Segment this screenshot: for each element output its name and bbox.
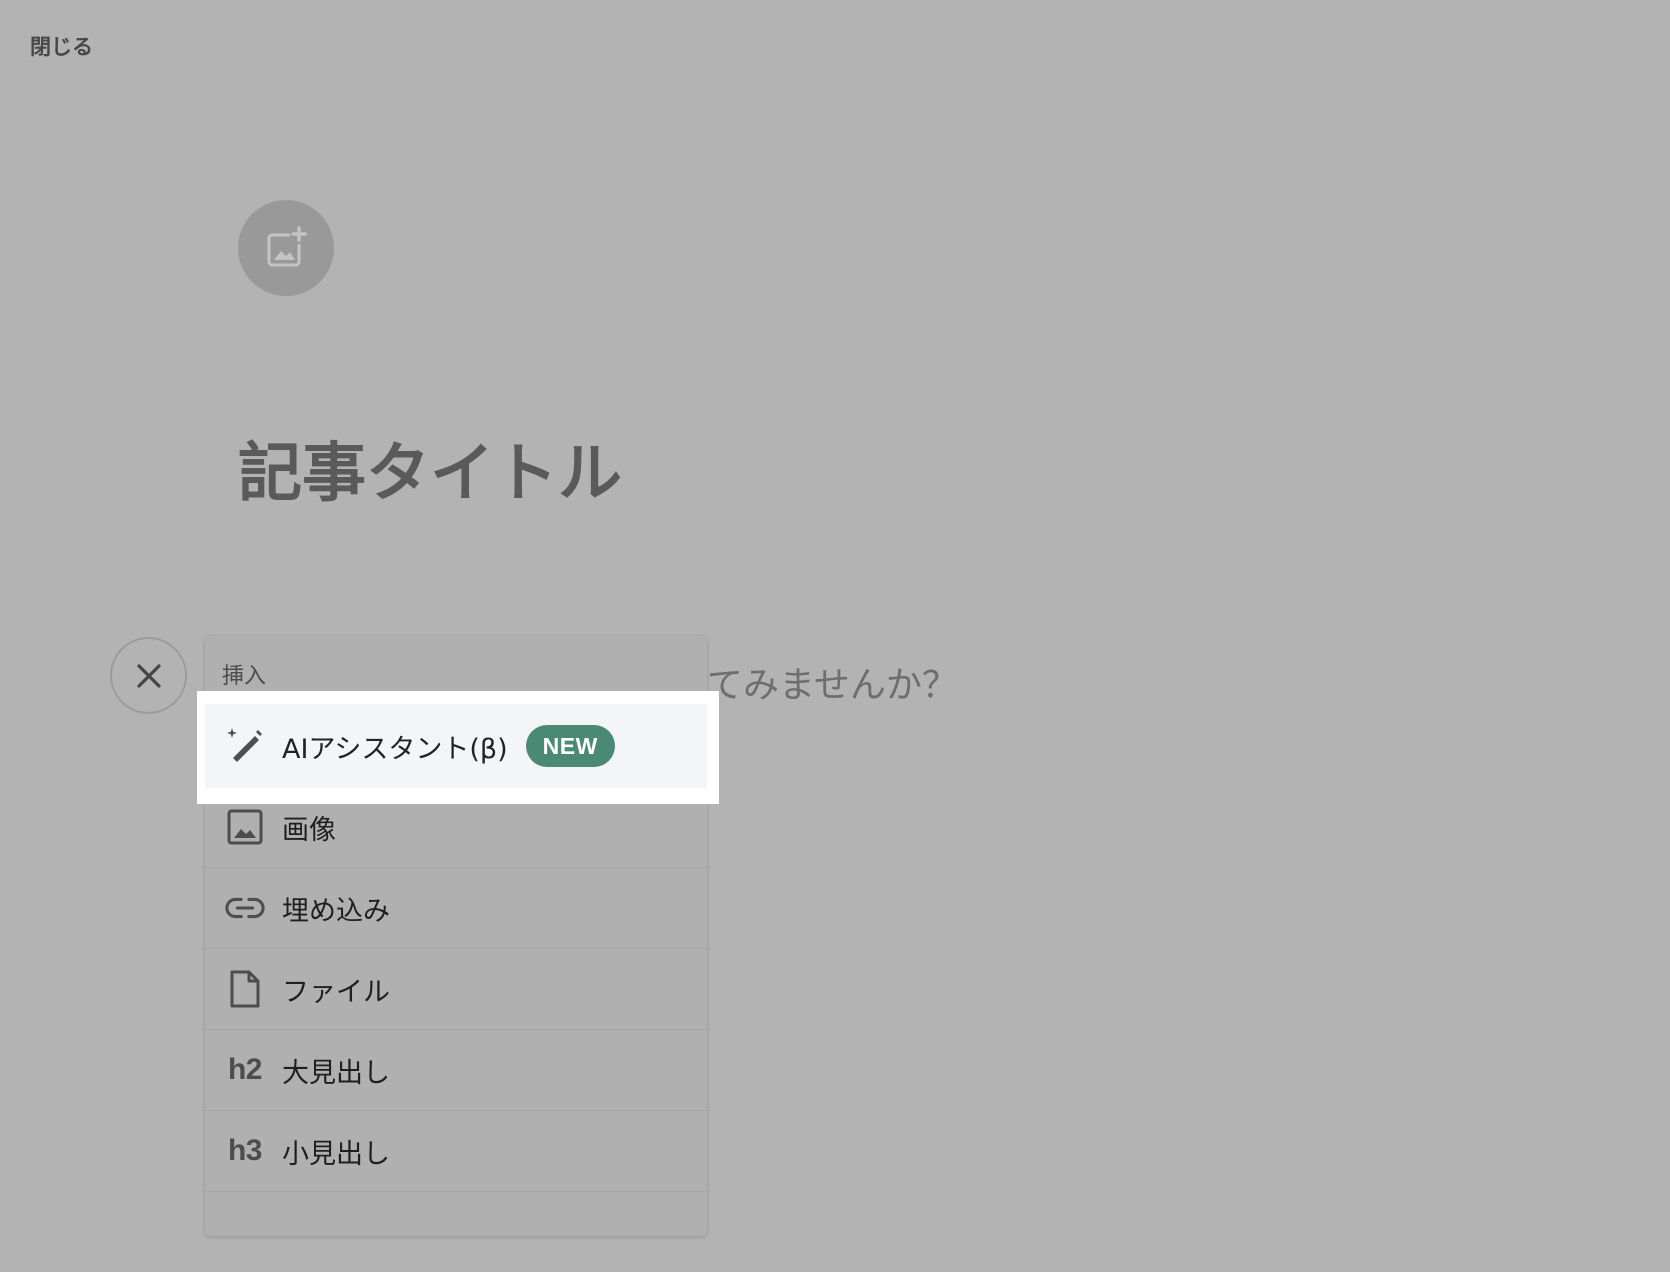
insert-menu-close-button[interactable]	[110, 637, 187, 714]
menu-item-heading-large[interactable]: h2 大見出し	[205, 1029, 707, 1110]
menu-item-label: ファイル	[282, 976, 390, 1008]
magic-wand-icon	[225, 726, 265, 766]
h3-icon: h3	[227, 1134, 263, 1167]
menu-item-label: 小見出し	[282, 1138, 390, 1170]
menu-item-label: 画像	[282, 814, 336, 846]
ai-assistant-label: AIアシスタント(β)	[282, 733, 508, 765]
new-badge: NEW	[525, 725, 615, 767]
link-icon	[225, 888, 265, 928]
insert-menu-header: 挿入	[222, 664, 267, 689]
h2-icon: h2	[227, 1053, 263, 1086]
menu-item-label: 大見出し	[282, 1057, 390, 1089]
add-image-icon	[267, 226, 307, 267]
menu-item-embed[interactable]: 埋め込み	[205, 867, 707, 948]
menu-item-more[interactable]	[205, 1191, 707, 1272]
close-link[interactable]: 閉じる	[30, 31, 93, 61]
article-title-input[interactable]: 記事タイトル	[238, 442, 622, 506]
menu-item-heading-small[interactable]: h3 小見出し	[205, 1110, 707, 1191]
add-eyecatch-image-button[interactable]	[238, 200, 334, 296]
close-icon	[136, 663, 161, 688]
body-placeholder[interactable]: てみませんか？	[707, 668, 958, 704]
menu-item-file[interactable]: ファイル	[205, 948, 707, 1029]
file-icon	[225, 969, 265, 1009]
menu-item-label: 埋め込み	[282, 895, 390, 927]
image-icon	[225, 807, 265, 847]
menu-item-ai-assistant[interactable]: AIアシスタント(β) NEW	[205, 704, 707, 788]
